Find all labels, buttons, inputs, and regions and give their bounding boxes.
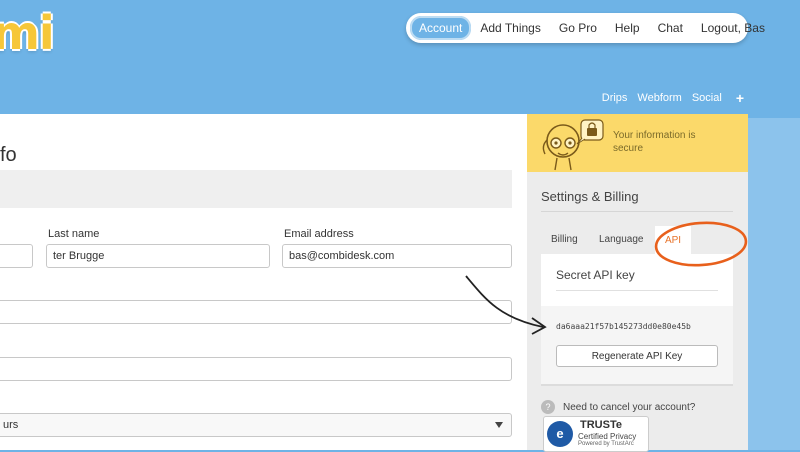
highlight-circle-annotation (654, 221, 748, 267)
arrow-annotation-icon (465, 275, 544, 328)
annotation-overlay (465, 221, 748, 335)
